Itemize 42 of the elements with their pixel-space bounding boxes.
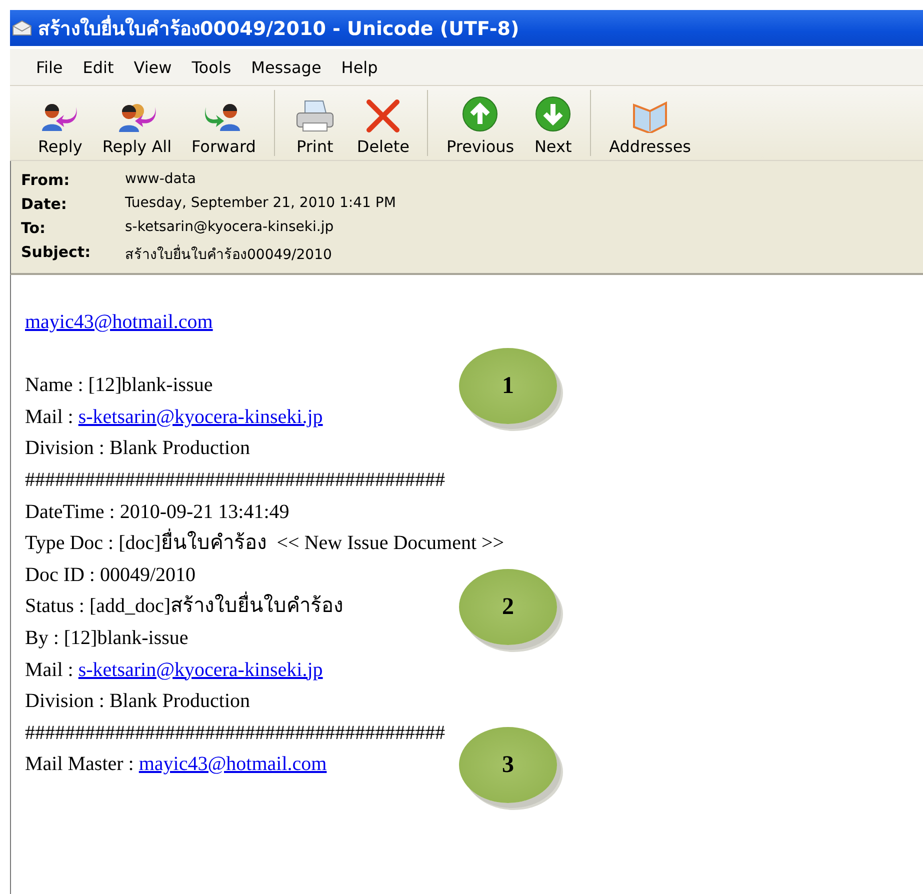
header-label: From: xyxy=(21,171,71,189)
body-text: ########################################## xyxy=(25,722,445,744)
header-value: www-data xyxy=(125,171,197,189)
body-text: Doc ID : 00049/2010 xyxy=(25,564,196,586)
number-badge: 2 xyxy=(459,569,557,646)
toolbar-button[interactable]: Delete xyxy=(346,86,420,160)
toolbar-button[interactable]: Previous xyxy=(436,86,524,160)
menu-item[interactable]: View xyxy=(124,58,182,76)
toolbar-button[interactable]: Forward xyxy=(182,86,266,160)
toolbar-button[interactable]: Reply All xyxy=(92,86,182,160)
menu-item[interactable]: Edit xyxy=(72,58,124,76)
toolbar-button[interactable]: Addresses xyxy=(599,86,701,160)
toolbar-button[interactable]: Print xyxy=(282,86,347,160)
body-text: Division : Blank Production xyxy=(25,437,250,460)
header-value: s-ketsarin@kyocera-kinseki.jp xyxy=(125,219,335,237)
header-label: To: xyxy=(21,219,47,237)
body-text: ########################################## xyxy=(25,468,445,491)
envelope-icon xyxy=(12,20,32,36)
body-text: By : [12]blank-issue xyxy=(25,626,188,649)
email-link[interactable]: s-ketsarin@kyocera-kinseki.jp xyxy=(78,658,323,681)
email-link[interactable]: mayic43@hotmail.com xyxy=(25,311,213,333)
header-label: Date: xyxy=(21,195,68,213)
body-text: DateTime : 2010-09-21 13:41:49 xyxy=(25,500,290,523)
body-text: Mail : xyxy=(25,406,74,428)
toolbar-button[interactable]: Next xyxy=(524,86,582,160)
email-link[interactable]: mayic43@hotmail.com xyxy=(138,753,327,776)
header-value: สร้างใบยื่นใบคำร้อง00049/2010 xyxy=(125,243,923,265)
header-value: Tuesday, September 21, 2010 1:41 PM xyxy=(125,195,397,213)
email-link[interactable]: s-ketsarin@kyocera-kinseki.jp xyxy=(78,406,323,428)
window-title: สร้างใบยื่นใบคำร้อง00049/2010 - Unicode (UTF-8) xyxy=(38,13,520,43)
menu-item[interactable]: File xyxy=(26,58,73,76)
menu-item[interactable]: Tools xyxy=(182,58,242,76)
menu-item[interactable]: Message xyxy=(241,58,332,76)
number-badge: 1 xyxy=(459,348,557,424)
body-text: Division : Blank Production xyxy=(25,690,250,712)
body-text: Mail : xyxy=(25,658,74,681)
number-badge: 3 xyxy=(459,727,557,804)
header-label: Subject: xyxy=(21,243,92,263)
menu-item[interactable]: Help xyxy=(331,58,388,76)
body-text: Name : [12]blank-issue xyxy=(25,374,213,396)
toolbar-button[interactable]: Reply xyxy=(28,86,92,160)
body-text: Mail Master : xyxy=(25,753,135,776)
